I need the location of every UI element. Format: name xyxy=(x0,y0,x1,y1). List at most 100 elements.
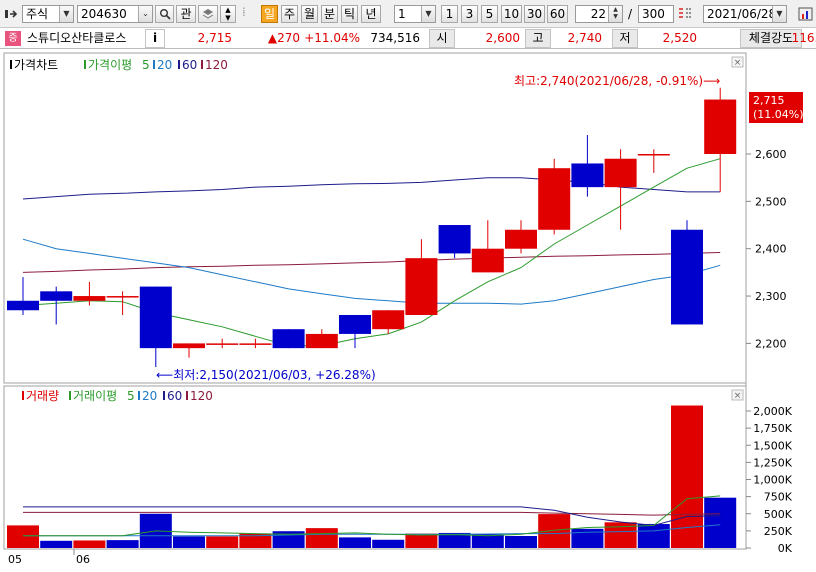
count-spinner[interactable]: 22 ▲ ▼ xyxy=(575,5,623,23)
strength-value: 116.0 xyxy=(791,31,816,45)
chart-toolbar: 주식 ▼ 204630 ⌄ 관 ▲ ▼ ⁞ 일 주 월 분 틱 년 1 ▼ 1 3… xyxy=(0,0,816,28)
volume-bar xyxy=(106,540,139,548)
minute-btn-5[interactable]: 5 xyxy=(481,5,498,23)
market-select[interactable]: 주식 ▼ xyxy=(22,5,74,23)
chart-type-icon[interactable] xyxy=(4,7,18,21)
interval-value: 1 xyxy=(398,7,406,21)
legend-ma120: 120 xyxy=(205,58,228,72)
close-icon: × xyxy=(734,58,742,68)
stock-code-input[interactable]: 204630 ⌄ xyxy=(77,5,153,23)
close-icon: × xyxy=(734,391,742,401)
legend-swatch xyxy=(178,60,180,69)
spinner-arrows-icon[interactable]: ▲ ▼ xyxy=(608,6,622,22)
scroll-up-down-button[interactable]: ▲ ▼ xyxy=(220,5,236,23)
search-button[interactable] xyxy=(155,5,174,23)
candle-body xyxy=(339,314,371,334)
candle-body xyxy=(471,248,504,273)
period-tab-year[interactable]: 년 xyxy=(361,5,381,23)
volume-axis-label: 250K xyxy=(764,525,793,538)
volume-axis-label: 0K xyxy=(778,542,793,555)
minute-btn-1[interactable]: 1 xyxy=(441,5,458,23)
volume-bar xyxy=(73,540,106,548)
price-axis-label: 2,500 xyxy=(755,195,787,208)
open-label: 시 xyxy=(429,29,455,48)
toolbar-divider: ⁞ xyxy=(242,5,246,19)
legend-vma60: 60 xyxy=(167,389,182,403)
minute-btn-3[interactable]: 3 xyxy=(461,5,478,23)
volume-bar xyxy=(305,528,338,548)
total-count-value: 300 xyxy=(642,7,665,21)
high-label: 고 xyxy=(525,29,551,48)
price-change-pct: +11.04% xyxy=(304,31,360,45)
x-axis-label: 06 xyxy=(76,553,90,566)
legend-ma5: 5 xyxy=(142,58,150,72)
legend-vma120: 120 xyxy=(190,389,213,403)
volume-legend-ma-label: 거래이평 xyxy=(73,389,117,403)
legend-swatch xyxy=(201,60,203,69)
legend-ma20: 20 xyxy=(157,58,172,72)
chevron-down-icon[interactable]: ⌄ xyxy=(138,6,152,22)
stock-info-button[interactable]: i xyxy=(145,29,165,48)
minute-btn-60[interactable]: 60 xyxy=(547,5,568,23)
minute-btn-30[interactable]: 30 xyxy=(524,5,545,23)
chevron-down-icon[interactable]: ▼ xyxy=(421,6,435,22)
low-annotation: ⟵최저:2,150(2021/06/03, +26.28%) xyxy=(156,368,376,382)
volume-bar xyxy=(505,536,537,548)
period-tab-tick[interactable]: 틱 xyxy=(341,5,358,23)
candle-body xyxy=(73,296,106,301)
volume-axis-label: 1,750K xyxy=(753,422,792,435)
grid-settings-icon[interactable] xyxy=(677,7,693,24)
volume-bar xyxy=(7,525,39,548)
legend-swatch xyxy=(10,60,12,69)
period-tab-month[interactable]: 월 xyxy=(301,5,318,23)
volume-bar xyxy=(40,540,73,548)
date-picker[interactable]: 2021/06/28 ▼ xyxy=(703,5,787,23)
price-axis: 2,600 2,500 2,400 2,300 2,200 xyxy=(746,148,787,350)
bookmark-button[interactable] xyxy=(198,5,218,23)
stock-name: 스튜디오산타클로스 xyxy=(27,31,127,45)
volume-axis-label: 750K xyxy=(764,491,793,504)
volume-panel-close-button[interactable]: × xyxy=(731,389,744,401)
candle-body xyxy=(272,329,305,349)
volume-bar xyxy=(538,514,571,548)
stock-chart-svg[interactable]: × × 가격차트 가격이평 5 20 60 120 거래량 거래이평 5 20 … xyxy=(0,49,816,569)
legend-swatch xyxy=(186,391,188,400)
legend-swatch xyxy=(22,391,24,400)
legend-vma20: 20 xyxy=(142,389,157,403)
price-panel-close-button[interactable]: × xyxy=(731,56,744,68)
candle-body xyxy=(704,99,737,154)
candle-body xyxy=(239,343,272,345)
current-price: 2,715 xyxy=(197,31,232,45)
interest-button[interactable]: 관 xyxy=(176,5,196,23)
chart-settings-icon[interactable] xyxy=(798,6,814,25)
price-legend-title: 가격차트 xyxy=(14,58,58,72)
volume-legend-title: 거래량 xyxy=(26,389,59,403)
period-tab-week[interactable]: 주 xyxy=(281,5,298,23)
high-annotation: 최고:2,740(2021/06/28, -0.91%)⟶ xyxy=(514,74,720,88)
candle-body xyxy=(206,343,239,345)
period-tab-day[interactable]: 일 xyxy=(261,5,278,23)
candle-body xyxy=(637,154,670,156)
candle-body xyxy=(538,168,571,230)
high-price: 2,740 xyxy=(567,31,602,45)
chevron-down-icon[interactable]: ▼ xyxy=(59,6,73,22)
volume-bar xyxy=(637,524,670,548)
period-tab-minute[interactable]: 분 xyxy=(321,5,338,23)
legend-swatch xyxy=(84,60,86,69)
current-price-tag-value: 2,715 xyxy=(753,94,785,107)
volume-axis-label: 1,500K xyxy=(753,439,792,452)
candle-body xyxy=(438,225,471,254)
candle-body xyxy=(505,229,537,249)
market-badge: 증 xyxy=(5,31,21,46)
minute-btn-10[interactable]: 10 xyxy=(501,5,522,23)
interval-select[interactable]: 1 ▼ xyxy=(394,5,436,23)
volume-bar xyxy=(372,539,405,548)
legend-swatch xyxy=(69,391,71,400)
volume-bar xyxy=(339,537,371,548)
chevron-down-icon[interactable]: ▼ xyxy=(772,6,786,22)
trade-volume: 734,516 xyxy=(370,31,420,45)
total-count-input[interactable]: 300 xyxy=(638,5,674,23)
legend-swatch xyxy=(153,60,155,69)
volume-axis: 2,000K 1,750K 1,500K 1,250K 1,000K 750K 500K 25… xyxy=(746,405,793,555)
chart-area[interactable]: × × 가격차트 가격이평 5 20 60 120 거래량 거래이평 5 20 … xyxy=(0,49,816,569)
